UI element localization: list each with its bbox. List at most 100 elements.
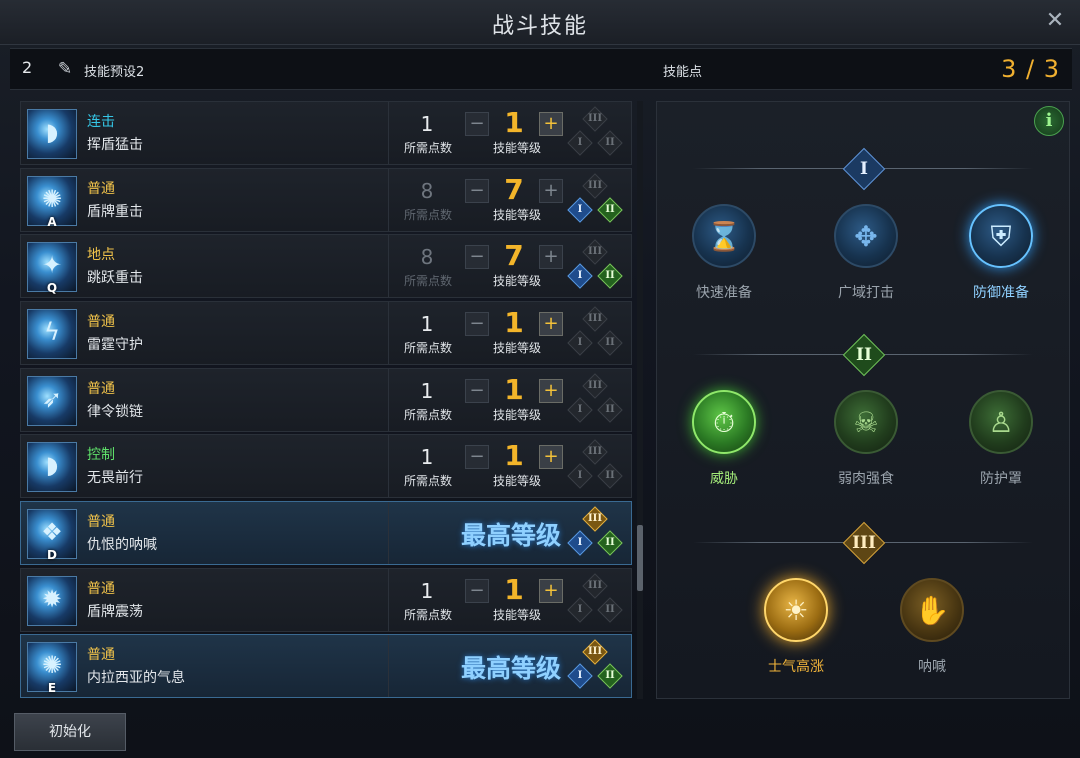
edit-icon[interactable]: ✎ — [54, 58, 76, 80]
shield-strike-icon[interactable]: ✺ A — [27, 176, 77, 229]
tripod-option[interactable]: ✥ 广域打击 — [825, 204, 907, 302]
tripod-option[interactable]: ✋ 呐喊 — [891, 578, 973, 676]
skill-row[interactable]: ◗ 连击 挥盾猛击 1 所需点数 −1 + 技能等级 III I II — [20, 101, 632, 165]
increase-level-button[interactable]: + — [539, 245, 563, 269]
tripod-option-label: 防御准备 — [973, 285, 1029, 301]
tier-3-marker: III — [842, 521, 886, 565]
skill-row[interactable]: ✹ 普通 盾牌震荡 1 所需点数 −1 + 技能等级 III I II — [20, 568, 632, 632]
tripod-tier-1-indicator: I — [567, 463, 593, 489]
tripod-tier-2-indicator: II — [597, 197, 623, 223]
skill-type: 普通 — [87, 581, 115, 597]
increase-level-button[interactable]: + — [539, 179, 563, 203]
skill-row[interactable]: ❖ D 普通 仇恨的呐喊 最高等级 III I II — [20, 501, 632, 565]
hourglass-icon[interactable]: ⌛ — [692, 204, 756, 268]
skill-name: 雷霆守护 — [87, 337, 143, 353]
skill-row[interactable]: ϟ 普通 雷霆守护 1 所需点数 −1 + 技能等级 III I II — [20, 301, 632, 365]
combat-skills-window: 战斗技能 ✕ 2 ✎ 技能预设2 技能点 3 / 3 ◗ 连击 挥盾猛击 1 所需点数 −… — [0, 0, 1080, 758]
tripod-tier-3-indicator: III — [582, 439, 608, 465]
wide-strike-icon[interactable]: ✥ — [834, 204, 898, 268]
close-icon[interactable]: ✕ — [1042, 8, 1068, 34]
preset-bar: 2 ✎ 技能预设2 技能点 3 / 3 — [10, 48, 1072, 90]
required-points-value: 1 — [420, 379, 434, 403]
preset-name[interactable]: 技能预设2 — [84, 61, 144, 80]
skill-level-label: 技能等级 — [492, 141, 541, 155]
skill-row[interactable]: ✦ Q 地点 跳跃重击 8 所需点数 −7 + 技能等级 III I II — [20, 234, 632, 298]
skill-level-value: 1 — [504, 439, 524, 472]
skill-type: 普通 — [87, 181, 115, 197]
increase-level-button[interactable]: + — [539, 112, 563, 136]
skill-type: 控制 — [87, 447, 115, 463]
tripod-option-label: 广域打击 — [838, 285, 894, 301]
shield-shock-icon[interactable]: ✹ — [27, 576, 77, 626]
tripod-tier-2-indicator: II — [597, 597, 623, 623]
tripod-option-label: 弱肉强食 — [838, 471, 894, 487]
tier-numeral: I — [860, 159, 868, 179]
increase-level-button[interactable]: + — [539, 379, 563, 403]
decrease-level-button[interactable]: − — [465, 312, 489, 336]
morale-icon[interactable]: ☀ — [764, 578, 828, 642]
skill-row[interactable]: ✺ A 普通 盾牌重击 8 所需点数 −7 + 技能等级 III I II — [20, 168, 632, 232]
required-points-label: 所需点数 — [403, 608, 452, 622]
skill-points-label: 技能点 — [663, 65, 703, 80]
decrease-level-button[interactable]: − — [465, 579, 489, 603]
tripod-option[interactable]: ⌛ 快速准备 — [683, 204, 765, 302]
skill-level-value: 1 — [504, 106, 524, 139]
aura-icon[interactable]: ✺ E — [27, 642, 77, 695]
skill-hotkey: D — [47, 548, 57, 562]
required-points-value: 8 — [420, 179, 434, 203]
skill-row[interactable]: ✺ E 普通 内拉西亚的气息 最高等级 III I II — [20, 634, 632, 698]
skull-icon[interactable]: ☠ — [834, 390, 898, 454]
decrease-level-button[interactable]: − — [465, 112, 489, 136]
tripod-option[interactable]: ☠ 弱肉强食 — [825, 390, 907, 488]
decrease-level-button[interactable]: − — [465, 445, 489, 469]
shield-plus-icon[interactable]: ⛨ — [969, 204, 1033, 268]
skill-level-label: 技能等级 — [492, 341, 541, 355]
skill-icon-glyph: ◗ — [45, 118, 59, 146]
skill-type: 地点 — [87, 247, 115, 263]
increase-level-button[interactable]: + — [539, 312, 563, 336]
row-divider — [388, 502, 389, 564]
tripod-tier-2-indicator: II — [597, 663, 623, 689]
skill-level-value: 7 — [504, 173, 524, 206]
skill-list-scrollbar[interactable] — [637, 101, 643, 699]
tripod-tier-1-indicator: I — [567, 530, 593, 556]
war-cry-icon[interactable]: ❖ D — [27, 509, 77, 562]
skill-name: 内拉西亚的气息 — [87, 670, 185, 686]
tripod-option[interactable]: ⛨ 防御准备 — [960, 204, 1042, 302]
leap-strike-icon[interactable]: ✦ Q — [27, 242, 77, 295]
stopwatch-icon[interactable]: ⏱ — [692, 390, 756, 454]
required-points-label: 所需点数 — [403, 274, 452, 288]
increase-level-button[interactable]: + — [539, 579, 563, 603]
increase-level-button[interactable]: + — [539, 445, 563, 469]
tier-numeral: II — [856, 345, 872, 365]
tripod-tier-1-indicator: I — [567, 597, 593, 623]
row-divider — [388, 302, 389, 364]
info-icon[interactable]: i — [1034, 106, 1064, 136]
tripod-tier-3-indicator: III — [582, 173, 608, 199]
shout-icon[interactable]: ✋ — [900, 578, 964, 642]
tripod-tier-3-indicator: III — [582, 506, 608, 532]
tripod-tier-2-indicator: II — [597, 397, 623, 423]
required-points-label: 所需点数 — [403, 208, 452, 222]
body-shield-icon[interactable]: ♙ — [969, 390, 1033, 454]
charge-icon[interactable]: ◗ — [27, 442, 77, 492]
skill-level-label: 技能等级 — [492, 208, 541, 222]
tripod-option[interactable]: ⏱ 威胁 — [683, 390, 765, 488]
decrease-level-button[interactable]: − — [465, 179, 489, 203]
tripod-option[interactable]: ♙ 防护罩 — [960, 390, 1042, 488]
tripod-tier-1-indicator: I — [567, 663, 593, 689]
scroll-thumb[interactable] — [637, 525, 643, 591]
shield-bash-icon[interactable]: ◗ — [27, 109, 77, 159]
skill-row[interactable]: ➶ 普通 律令锁链 1 所需点数 −1 + 技能等级 III I II — [20, 368, 632, 432]
row-divider — [388, 169, 389, 231]
chain-icon[interactable]: ➶ — [27, 376, 77, 426]
skill-icon-glyph: ✺ — [41, 651, 63, 679]
thunder-guard-icon[interactable]: ϟ — [27, 309, 77, 359]
decrease-level-button[interactable]: − — [465, 379, 489, 403]
skill-name: 跳跃重击 — [87, 270, 143, 286]
reset-button[interactable]: 初始化 — [14, 713, 126, 751]
skill-row[interactable]: ◗ 控制 无畏前行 1 所需点数 −1 + 技能等级 III I II — [20, 434, 632, 498]
decrease-level-button[interactable]: − — [465, 245, 489, 269]
tripod-option[interactable]: ☀ 士气高涨 — [755, 578, 837, 676]
row-divider — [388, 569, 389, 631]
